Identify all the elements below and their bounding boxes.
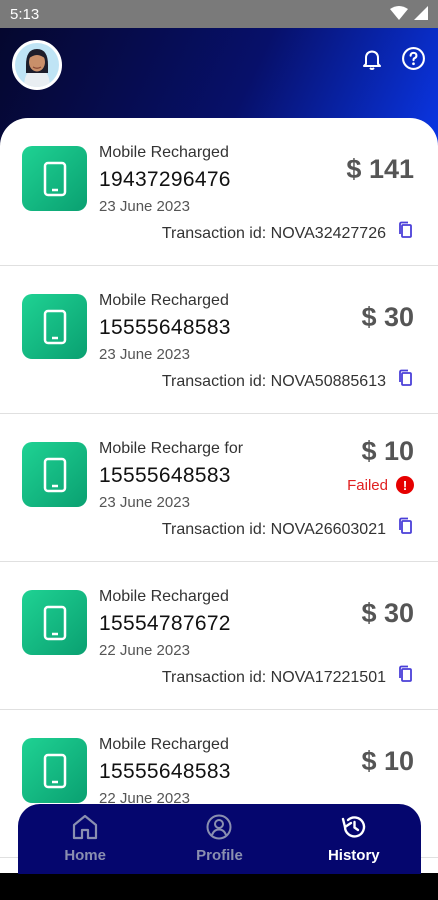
phone-icon [22,146,87,211]
transaction-phone-number: 15555648583 [99,760,231,783]
copy-icon [397,369,413,392]
transaction-title: Mobile Recharged [99,292,229,309]
transaction-amount: $ 10 [361,436,414,466]
nav-profile[interactable]: Profile [152,804,286,874]
home-icon [71,814,99,845]
copy-transaction-id-button[interactable] [394,665,416,687]
avatar[interactable] [12,40,62,90]
phone-icon [22,590,87,655]
transaction-date: 22 June 2023 [99,642,190,659]
transaction-date: 23 June 2023 [99,494,190,511]
copy-transaction-id-button[interactable] [394,221,416,243]
transaction-title: Mobile Recharge for [99,440,244,457]
transaction-id: Transaction id: NOVA17221501 [161,669,386,686]
history-icon [340,814,368,845]
nav-home[interactable]: Home [18,804,152,874]
transaction-phone-number: 15555648583 [99,464,231,487]
nav-history-label: History [327,847,380,864]
transaction-list[interactable]: Mobile Recharged 19437296476 23 June 202… [0,118,438,873]
status-bar: 5:13 [0,0,438,28]
copy-icon [397,517,413,540]
transaction-item[interactable]: Mobile Recharged 19437296476 23 June 202… [0,118,438,266]
transaction-item[interactable]: Mobile Recharged 15555648583 23 June 202… [0,266,438,414]
transaction-title: Mobile Recharged [99,588,229,605]
failed-label: Failed [347,476,388,494]
wifi-icon [390,6,408,25]
phone-icon [22,738,87,803]
transaction-title: Mobile Recharged [99,736,229,753]
notification-button[interactable] [357,46,387,76]
bottom-navigation: Home Profile History [18,804,421,874]
transaction-date: 23 June 2023 [99,346,190,363]
nav-profile-label: Profile [196,847,243,864]
transaction-item[interactable]: Mobile Recharged 15554787672 22 June 202… [0,562,438,710]
transaction-amount: $ 30 [361,598,414,628]
transaction-status: Failed ! [347,476,414,494]
transaction-item[interactable]: Mobile Recharge for 15555648583 23 June … [0,414,438,562]
error-icon: ! [396,476,414,494]
signal-icon [414,6,428,25]
copy-transaction-id-button[interactable] [394,517,416,539]
transaction-id: Transaction id: NOVA50885613 [161,373,386,390]
transaction-phone-number: 15554787672 [99,612,231,635]
status-icons [390,6,428,25]
profile-icon [206,814,232,845]
transaction-id: Transaction id: NOVA32427726 [161,225,386,242]
status-time: 5:13 [10,6,40,23]
help-icon [401,46,426,76]
nav-home-label: Home [64,847,106,864]
copy-icon [397,221,413,244]
copy-transaction-id-button[interactable] [394,369,416,391]
phone-icon [22,442,87,507]
phone-icon [22,294,87,359]
transaction-amount: $ 10 [361,746,414,776]
copy-icon [397,665,413,688]
transaction-phone-number: 15555648583 [99,316,231,339]
system-navigation-bar [0,874,438,900]
bell-icon [360,47,384,76]
transaction-amount: $ 30 [361,302,414,332]
transaction-phone-number: 19437296476 [99,168,231,191]
transaction-id: Transaction id: NOVA26603021 [161,521,386,538]
transaction-title: Mobile Recharged [99,144,229,161]
help-button[interactable] [398,46,428,76]
nav-history[interactable]: History [287,804,421,874]
transaction-date: 23 June 2023 [99,198,190,215]
transaction-amount: $ 141 [346,154,414,184]
